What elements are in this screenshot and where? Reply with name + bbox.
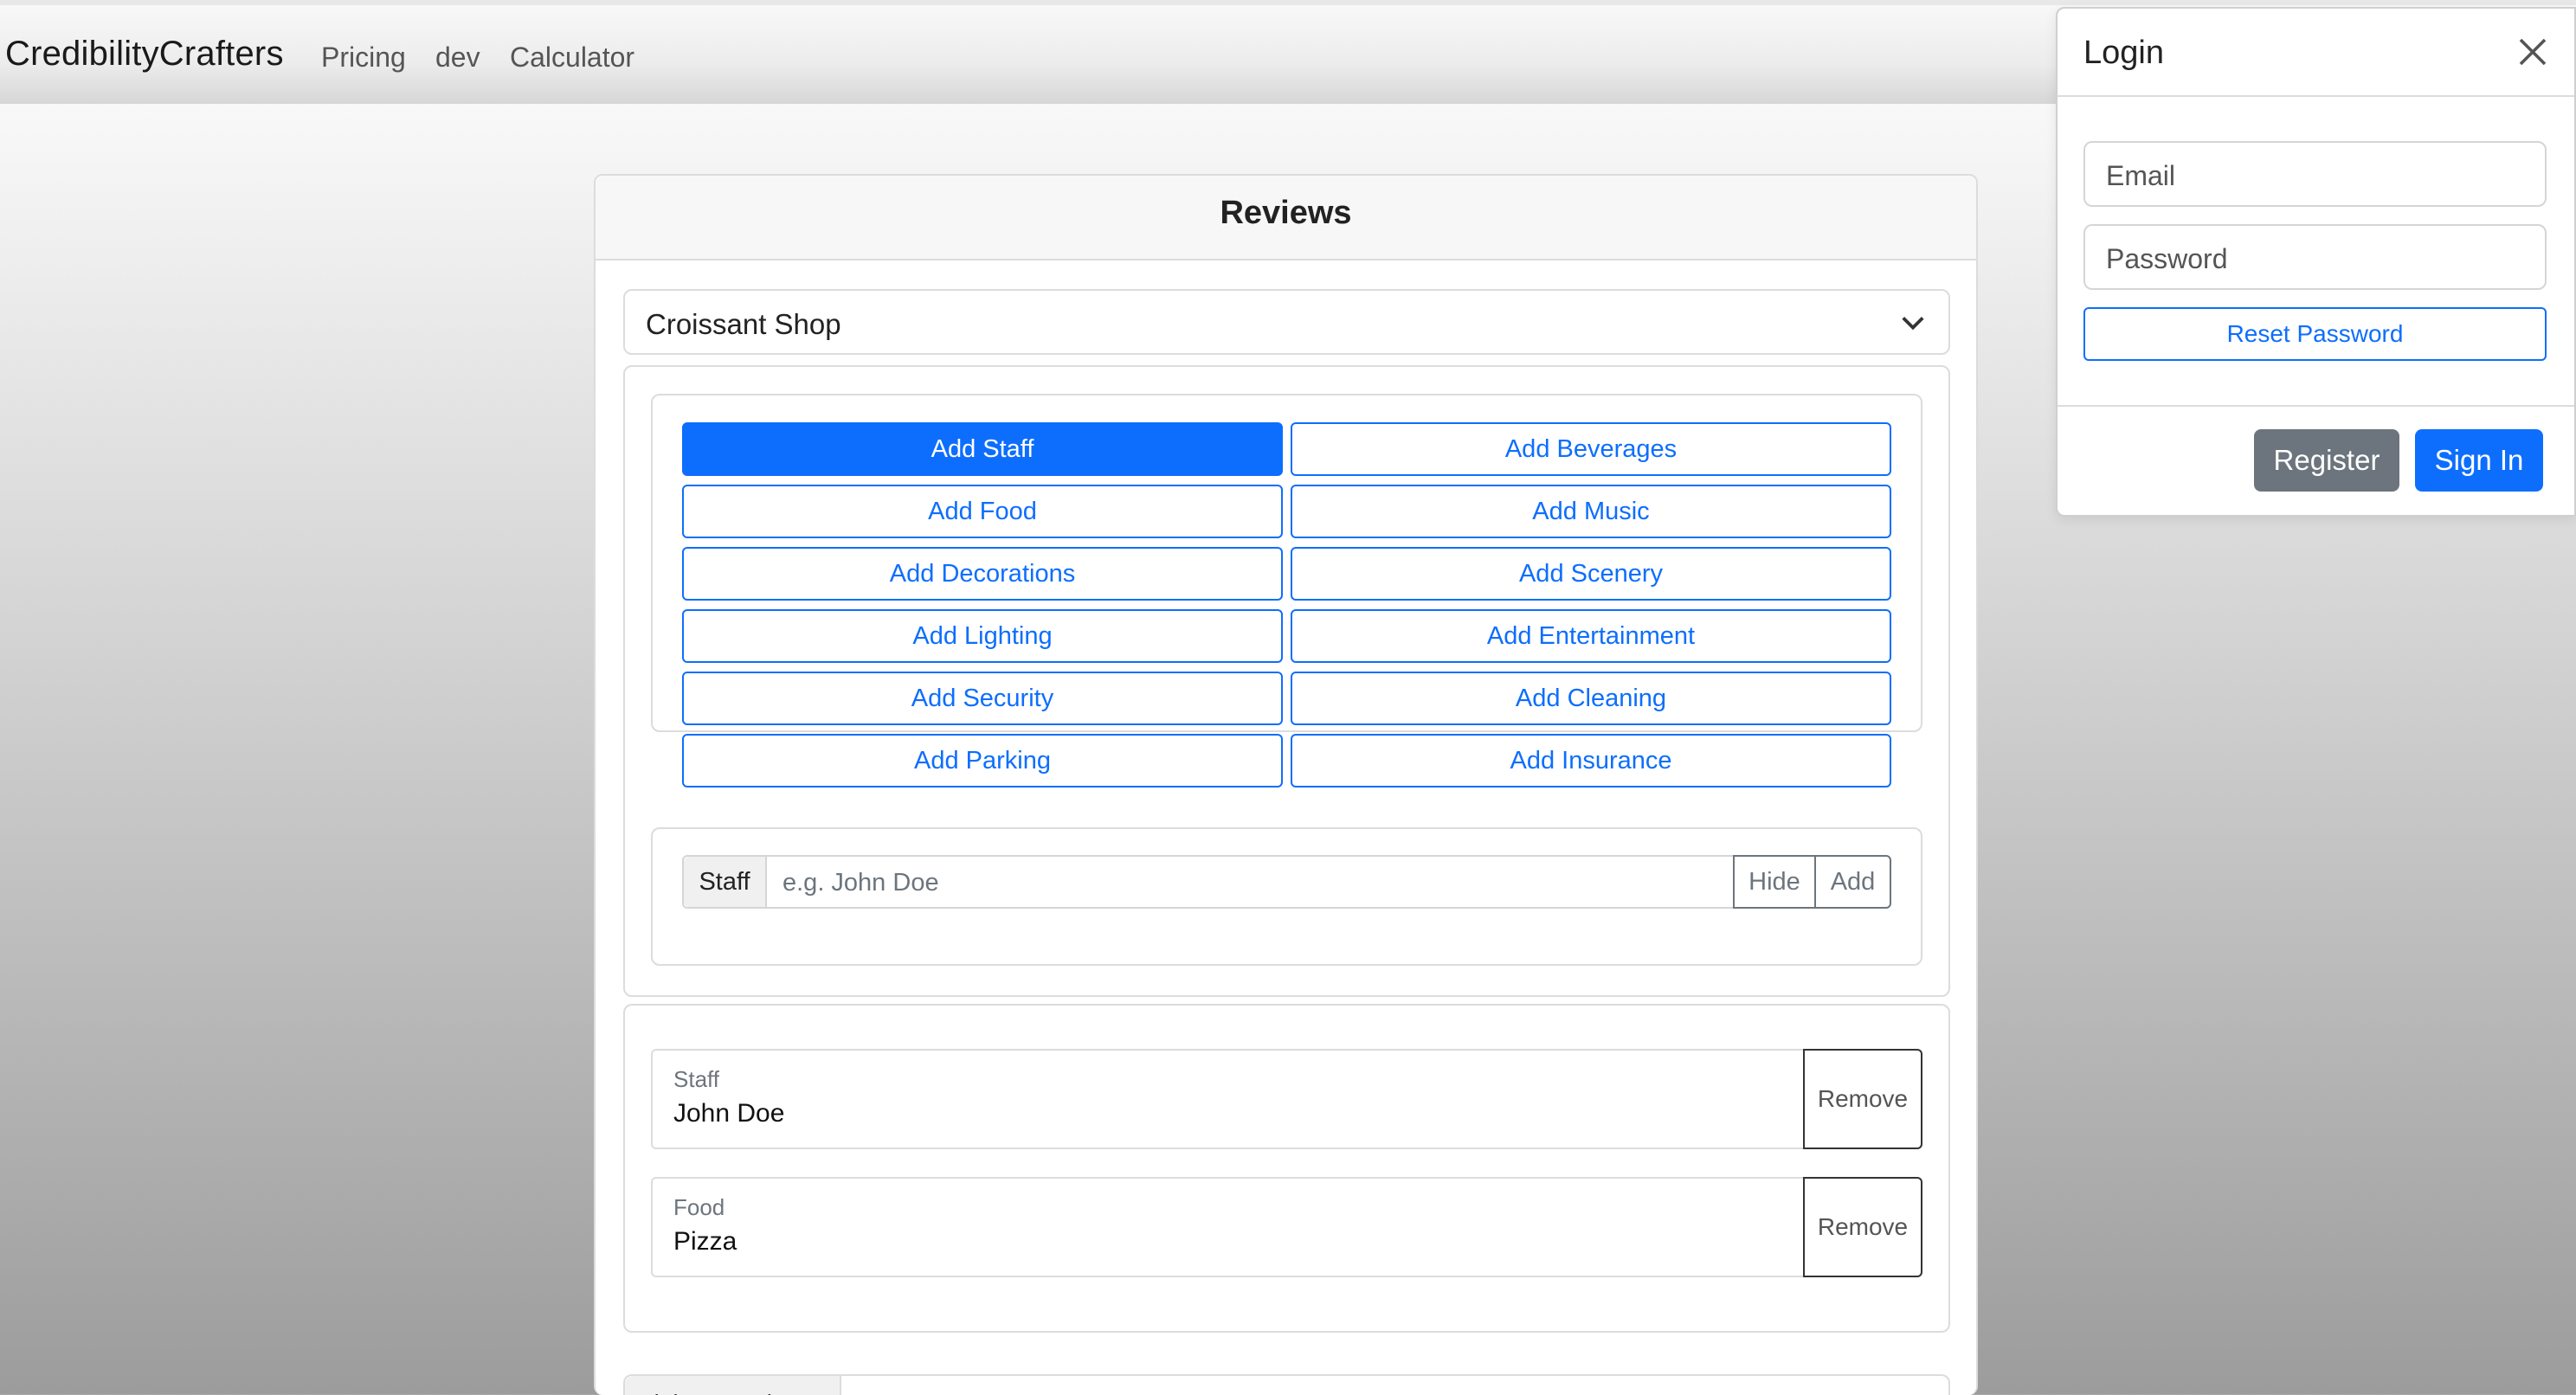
nav-link-dev[interactable]: dev (435, 42, 480, 74)
page-title: Reviews (1220, 195, 1352, 231)
nav-link-calculator[interactable]: Calculator (510, 42, 634, 74)
input-group-label: Staff (684, 857, 767, 907)
add-parking-button[interactable]: Add Parking (682, 734, 1283, 788)
hide-button[interactable]: Hide (1733, 855, 1816, 909)
remove-button[interactable]: Remove (1803, 1049, 1922, 1149)
sign-in-button[interactable]: Sign In (2415, 429, 2543, 492)
email-field[interactable]: Email (2083, 141, 2547, 207)
staff-input-group: Staff e.g. John Doe Hide Add (682, 855, 1891, 909)
item-value: John Doe (673, 1099, 785, 1128)
reviews-card: Reviews Croissant Shop Add Staff Add Bev… (594, 174, 1978, 1395)
shop-select-value: Croissant Shop (646, 308, 841, 340)
close-icon[interactable] (2515, 35, 2550, 69)
login-footer-divider (2058, 405, 2574, 407)
register-button[interactable]: Register (2254, 429, 2399, 492)
item-value: Pizza (673, 1227, 737, 1256)
login-popover: Login Email Password Reset Password Regi… (2056, 7, 2576, 517)
brand-logo[interactable]: CredibilityCrafters (5, 35, 284, 74)
add-cleaning-button[interactable]: Add Cleaning (1291, 672, 1891, 725)
login-title: Login (2083, 35, 2164, 71)
list-item: Staff John Doe Remove (651, 1049, 1922, 1149)
item-category: Staff (673, 1066, 720, 1092)
add-lighting-button[interactable]: Add Lighting (682, 609, 1283, 663)
add-insurance-button[interactable]: Add Insurance (1291, 734, 1891, 788)
add-staff-button[interactable]: Add Staff (682, 422, 1283, 476)
review-link-label: Link To Review (625, 1376, 841, 1395)
add-scenery-button[interactable]: Add Scenery (1291, 547, 1891, 601)
email-placeholder: Email (2106, 160, 2176, 191)
add-decorations-button[interactable]: Add Decorations (682, 547, 1283, 601)
add-security-button[interactable]: Add Security (682, 672, 1283, 725)
password-placeholder: Password (2106, 243, 2228, 274)
shop-select[interactable]: Croissant Shop (623, 289, 1950, 355)
card-header: Reviews (596, 176, 1976, 260)
add-food-button[interactable]: Add Food (682, 485, 1283, 538)
remove-button[interactable]: Remove (1803, 1177, 1922, 1277)
add-beverages-button[interactable]: Add Beverages (1291, 422, 1891, 476)
review-link-input-group: Link To Review (623, 1374, 1950, 1395)
staff-name-input[interactable]: e.g. John Doe (782, 869, 939, 897)
login-header: Login (2058, 9, 2574, 97)
add-music-button[interactable]: Add Music (1291, 485, 1891, 538)
add-entertainment-button[interactable]: Add Entertainment (1291, 609, 1891, 663)
item-category: Food (673, 1194, 725, 1220)
reset-password-button[interactable]: Reset Password (2083, 307, 2547, 361)
nav-link-pricing[interactable]: Pricing (321, 42, 406, 74)
add-button[interactable]: Add (1814, 855, 1891, 909)
password-field[interactable]: Password (2083, 224, 2547, 290)
chevron-down-icon (1902, 317, 1924, 331)
list-item: Food Pizza Remove (651, 1177, 1922, 1277)
